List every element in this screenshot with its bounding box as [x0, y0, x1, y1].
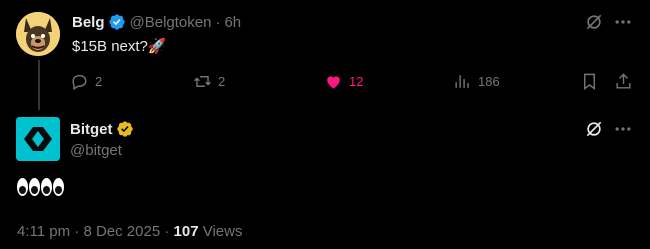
tweet-text-body: $15B next? [72, 38, 148, 55]
tweet-actions: 2 2 12 186 [70, 72, 635, 92]
verified-gold-badge-icon [116, 121, 133, 137]
timestamp[interactable]: 6h [224, 14, 241, 31]
grok-icon[interactable] [584, 119, 604, 139]
share-button[interactable] [614, 72, 639, 91]
display-name[interactable]: Bitget [70, 121, 113, 138]
handle[interactable]: @Belgtoken [130, 14, 212, 31]
reply-count: 2 [95, 74, 103, 89]
verified-badge-icon [108, 14, 125, 30]
views-count: 107 [173, 223, 199, 240]
rocket-emoji: 🚀 [147, 38, 167, 55]
bookmark-icon [584, 73, 595, 91]
post-date[interactable]: 8 Dec 2025 [83, 223, 160, 240]
separator: · [164, 223, 170, 240]
dog-avatar-icon [16, 12, 60, 56]
handle[interactable]: @bitget [70, 142, 122, 159]
bitget-logo-icon [16, 117, 60, 161]
reply-icon [72, 74, 87, 91]
eyes-emoji-icon [17, 178, 41, 196]
grok-icon[interactable] [584, 12, 604, 32]
repost-count: 2 [218, 74, 226, 89]
like-button[interactable]: 12 [324, 72, 363, 91]
tweet-header: Bitget [70, 120, 138, 138]
repost-icon [194, 76, 211, 87]
eyes-emoji-icon [41, 178, 65, 196]
bookmark-button[interactable] [580, 72, 605, 91]
avatar[interactable] [16, 12, 60, 56]
like-count: 12 [349, 74, 364, 89]
tweet-meta: 4:11 pm · 8 Dec 2025 · 107 Views [17, 223, 242, 240]
more-options-icon[interactable] [613, 12, 633, 32]
repost-button[interactable]: 2 [193, 72, 225, 91]
views-button[interactable]: 186 [453, 72, 500, 91]
reply-button[interactable]: 2 [70, 72, 102, 91]
separator: · [215, 13, 221, 31]
share-icon [616, 73, 631, 89]
tweet-header: Belg @Belgtoken · 6h [72, 13, 241, 31]
avatar[interactable] [16, 117, 60, 161]
eyes-emoji-visual [17, 178, 65, 196]
analytics-icon [455, 75, 469, 88]
views-label: Views [202, 223, 243, 240]
more-options-icon[interactable] [613, 119, 633, 139]
reply-tweet[interactable]: Belg @Belgtoken · 6h $15B next?🚀 2 2 12 [0, 0, 650, 108]
post-time[interactable]: 4:11 pm [17, 223, 70, 240]
views-count: 186 [478, 74, 500, 89]
heart-icon [327, 76, 340, 89]
tweet-text: $15B next?🚀 [72, 37, 167, 55]
display-name[interactable]: Belg [72, 14, 105, 31]
separator: · [74, 223, 80, 240]
